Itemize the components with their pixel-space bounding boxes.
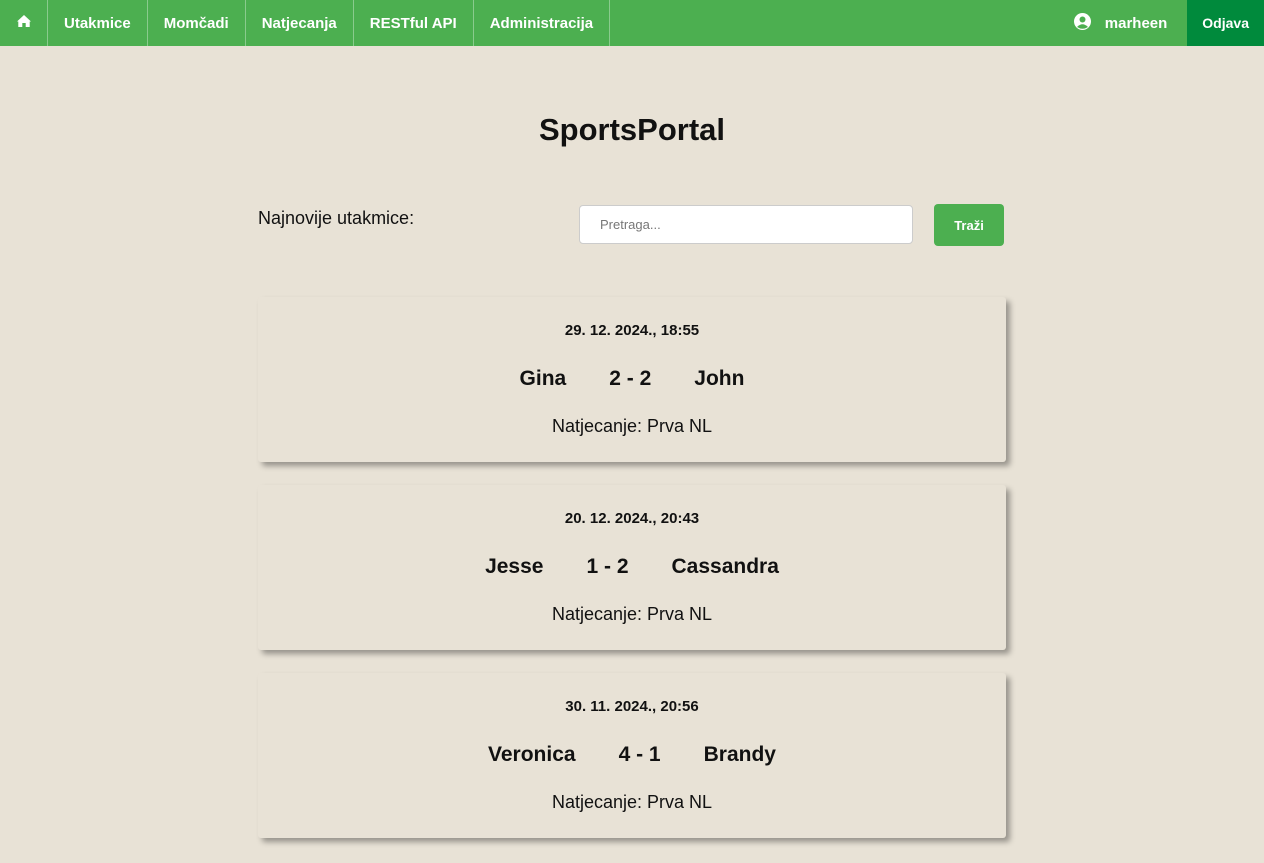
latest-matches-label: Najnovije utakmice: [258,208,415,228]
match-date: 30. 11. 2024., 20:56 [565,698,699,715]
nav-links: Utakmice Momčadi Natjecanja RESTful API … [0,0,611,46]
away-team: Cassandra [671,555,779,578]
top-navbar: Utakmice Momčadi Natjecanja RESTful API … [0,0,1264,46]
nav-user-area: marheen Odjava [1054,0,1264,46]
home-team: Gina [519,367,567,390]
nav-home[interactable] [0,0,48,46]
match-competition: Natjecanje: Prva NL [551,792,713,812]
nav-item-natjecanja[interactable]: Natjecanja [246,0,354,46]
home-team: Jesse [485,555,544,578]
score-row: Veronica 4 - 1 Brandy [258,743,1006,767]
match-card[interactable]: 30. 11. 2024., 20:56 Veronica 4 - 1 Bran… [258,673,1006,838]
search-button[interactable]: Traži [934,204,1004,246]
match-date: 29. 12. 2024., 18:55 [564,322,700,339]
match-competition: Natjecanje: Prva NL [551,416,713,436]
nav-item-utakmice[interactable]: Utakmice [48,0,148,46]
nav-item-restful-api[interactable]: RESTful API [354,0,474,46]
match-card[interactable]: 20. 12. 2024., 20:43 Jesse 1 - 2 Cassand… [258,485,1006,650]
score-row: Jesse 1 - 2 Cassandra [258,555,1006,579]
away-team: John [694,367,745,390]
match-list: 29. 12. 2024., 18:55 Gina 2 - 2 John Nat… [258,297,1006,861]
nav-item-momcadi[interactable]: Momčadi [148,0,246,46]
user-menu[interactable]: marheen [1054,0,1188,46]
logout-button[interactable]: Odjava [1187,0,1264,46]
page-title: SportsPortal [538,112,726,147]
username-label: marheen [1104,14,1168,32]
nav-item-administracija[interactable]: Administracija [474,0,611,46]
score-row: Gina 2 - 2 John [258,367,1006,391]
away-team: Brandy [703,743,776,766]
match-date: 20. 12. 2024., 20:43 [564,510,700,527]
home-team: Veronica [488,743,576,766]
user-circle-icon [1073,12,1091,34]
search-input[interactable] [579,205,913,244]
match-score: 4 - 1 [618,743,661,766]
home-icon [16,14,32,32]
match-competition: Natjecanje: Prva NL [551,604,713,624]
match-score: 1 - 2 [586,555,629,578]
match-card[interactable]: 29. 12. 2024., 18:55 Gina 2 - 2 John Nat… [258,297,1006,462]
match-score: 2 - 2 [609,367,652,390]
